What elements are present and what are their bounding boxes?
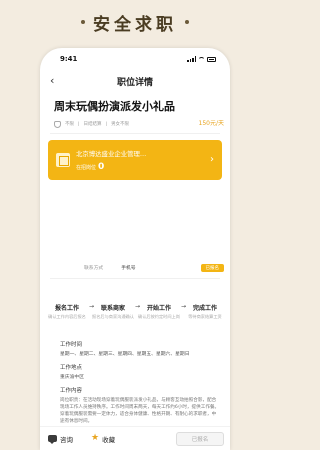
status-time: 9:41 xyxy=(60,55,78,63)
step-desc: 等待商家结算工资 xyxy=(188,314,222,319)
signal-icon xyxy=(187,56,196,62)
consult-label: 咨询 xyxy=(60,435,73,444)
company-count-label: 在招岗位 xyxy=(76,164,97,171)
status-bar: 9:41 xyxy=(40,48,230,70)
meta-item-2: 日结结算 xyxy=(83,122,102,127)
meta-item-3: 男女不限 xyxy=(111,122,130,127)
favorite-button[interactable]: ★ 收藏 xyxy=(91,434,115,444)
chevron-right-icon: › xyxy=(210,154,214,165)
consult-button[interactable]: 咨询 xyxy=(48,434,73,444)
company-card[interactable]: 北京博达盛业企业管理… 在招岗位 0 › xyxy=(48,140,222,180)
company-icon xyxy=(56,153,70,167)
work-content-value: 岗位职责：在活动现场穿着玩偶服装派发小礼品，与顾客互动拍照合影，配合现场工作人员… xyxy=(60,398,220,424)
wifi-icon xyxy=(198,56,205,62)
signup-button[interactable]: 已报名 xyxy=(176,431,224,446)
meta-separator: | xyxy=(105,121,108,127)
top-banner: 安全求职 xyxy=(0,0,270,44)
work-time-label: 工作时间 xyxy=(60,342,83,348)
signed-up-tag: 已报名 xyxy=(200,263,224,272)
company-count-value: 0 xyxy=(98,161,105,172)
step-desc: 确认工作内容后报名 xyxy=(48,314,86,319)
step-desc: 确认后按约定时间上岗 xyxy=(138,314,180,319)
work-time-value: 星期一、星期二、星期三、星期四、星期五、星期六、星期日 xyxy=(60,352,190,357)
work-place-label: 工作地点 xyxy=(60,365,83,371)
page-title: 职位详情 xyxy=(116,77,153,88)
step-title: 完成工作 xyxy=(192,305,217,312)
nav-bar: ‹ 职位详情 xyxy=(40,70,230,92)
job-title: 周末玩偶扮演派发小礼品 xyxy=(54,100,175,113)
company-job-count: 在招岗位 0 xyxy=(76,162,146,172)
bottom-action-bar: 咨询 ★ 收藏 已报名 xyxy=(40,426,230,450)
meta-separator: | xyxy=(78,121,80,127)
step-desc: 报名后与商家沟通确认 xyxy=(92,314,134,319)
system-icons xyxy=(187,56,216,62)
step-title: 报名工作 xyxy=(54,305,79,312)
chat-icon xyxy=(48,435,57,444)
divider xyxy=(50,133,220,134)
favorite-label: 收藏 xyxy=(102,435,116,444)
star-icon: ★ xyxy=(91,433,100,443)
phone-frame: 9:41 ‹ 职位详情 周末玩偶扮演派发小礼品 不限 | 日结结算 | 男女不限… xyxy=(40,48,230,450)
step-signup: 报名工作 确认工作内容后报名 → xyxy=(44,303,94,320)
banner-title: 安全求职 xyxy=(93,14,177,35)
job-price: 150元/天 xyxy=(198,120,224,127)
divider xyxy=(50,278,220,279)
contact-row: 联系方式 手机号 已报名 xyxy=(84,263,224,272)
company-info: 北京博达盛业企业管理… 在招岗位 0 xyxy=(76,149,146,172)
meta-item-1: 不限 xyxy=(65,122,74,127)
company-name: 北京博达盛业企业管理… xyxy=(76,149,147,158)
step-title: 开始工作 xyxy=(146,305,171,312)
chevron-left-icon[interactable]: ‹ xyxy=(50,75,54,86)
banner-dot-left xyxy=(81,20,85,24)
shield-icon xyxy=(54,120,61,128)
battery-icon xyxy=(207,56,216,62)
step-contact: 联系商家 报名后与商家沟通确认 → xyxy=(90,303,140,320)
work-content-label: 工作内容 xyxy=(60,388,83,394)
banner-dot-right xyxy=(185,20,189,24)
work-place-value: 重庆渝中区 xyxy=(60,375,84,380)
contact-label: 联系方式 xyxy=(84,266,104,271)
contact-phone-button[interactable]: 手机号 xyxy=(121,264,135,271)
step-title: 联系商家 xyxy=(100,305,125,312)
step-finish: 完成工作 等待商家结算工资 xyxy=(182,303,228,320)
step-start: 开始工作 确认后按约定时间上岗 → xyxy=(136,303,186,320)
process-steps: 报名工作 确认工作内容后报名 → 联系商家 报名后与商家沟通确认 → 开始工作 … xyxy=(40,303,230,333)
